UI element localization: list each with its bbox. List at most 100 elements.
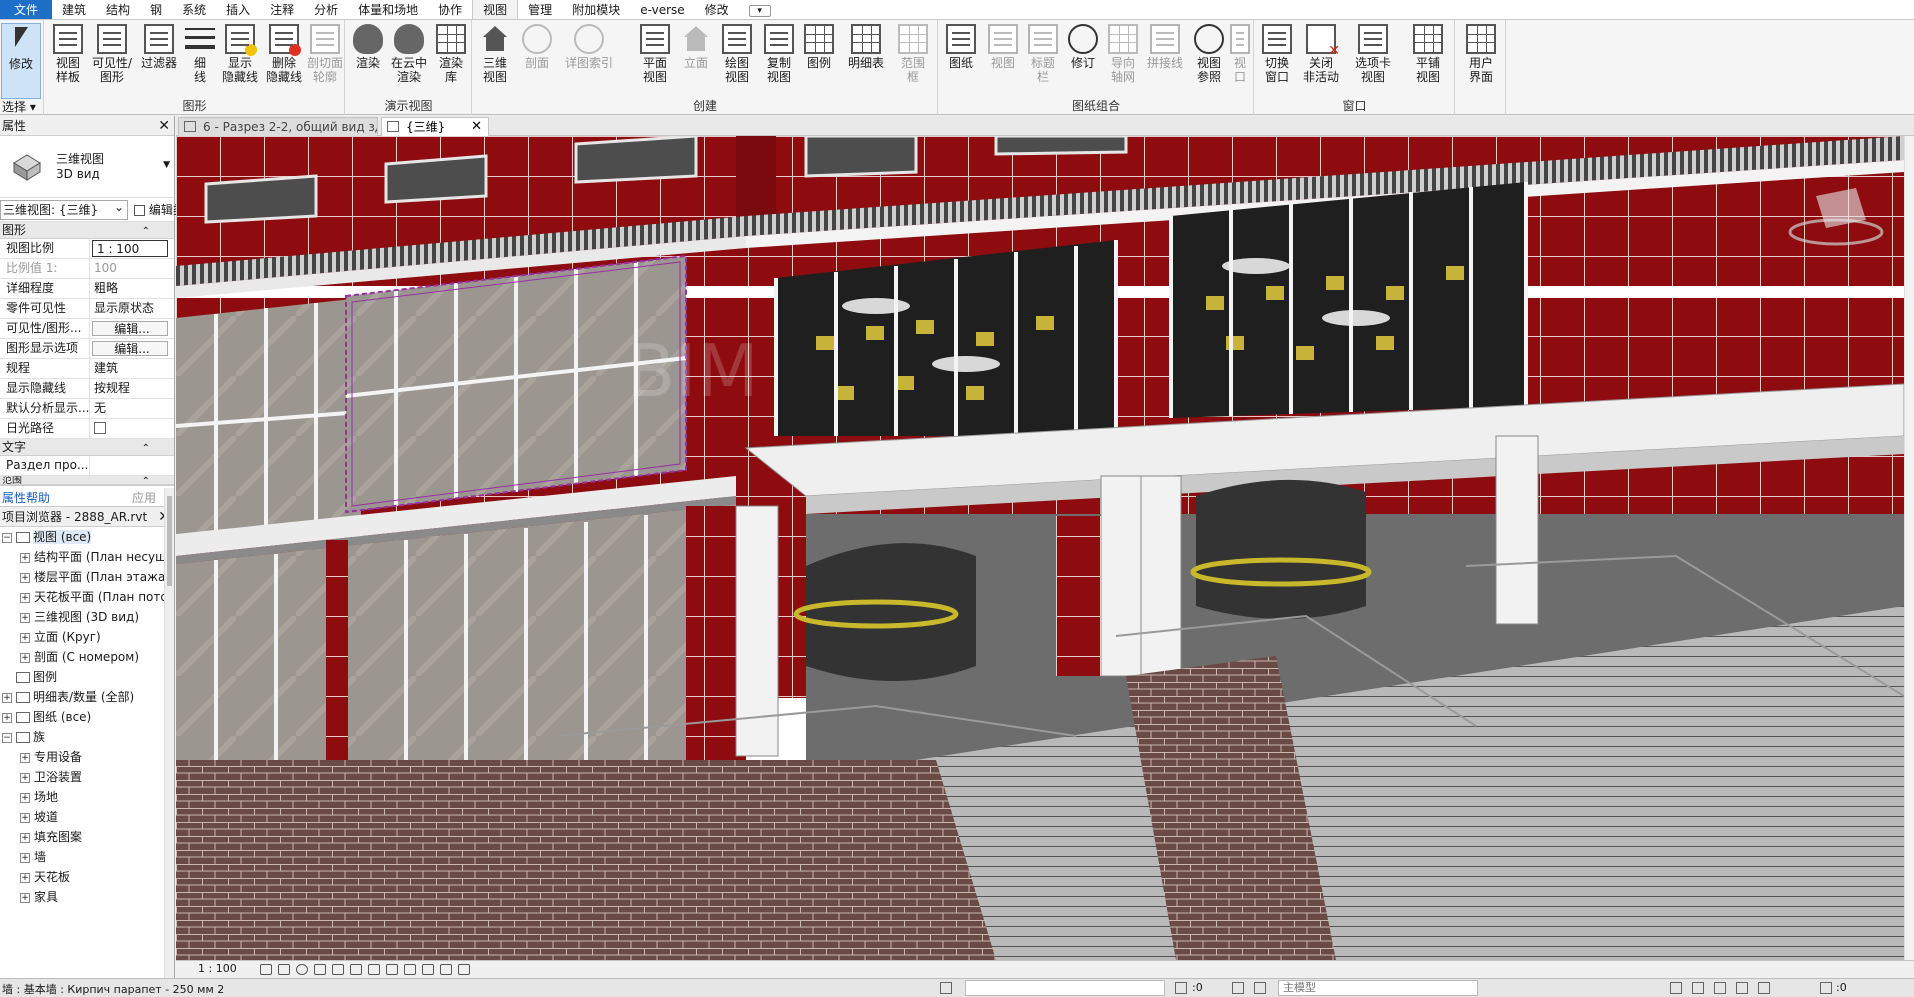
tree-toggle-icon[interactable]: + bbox=[20, 772, 30, 783]
revisions-button[interactable]: 修订 bbox=[1063, 23, 1103, 99]
select-links-icon[interactable] bbox=[1670, 982, 1682, 994]
property-row[interactable]: 比例值 1: 100 bbox=[0, 259, 174, 279]
close-inactive-button[interactable]: 关闭 非活动 bbox=[1299, 23, 1343, 99]
properties-help-link[interactable]: 属性帮助 bbox=[2, 489, 50, 506]
ribbon-tab[interactable]: 视图 bbox=[472, 0, 519, 19]
view-tab[interactable]: {三维} ✕ bbox=[381, 117, 489, 136]
tree-toggle-icon[interactable]: − bbox=[2, 732, 12, 743]
render-cloud-button[interactable]: 在云中 渲染 bbox=[388, 23, 430, 99]
canvas-vertical-scrollbar[interactable] bbox=[1904, 136, 1914, 960]
ribbon-tab[interactable]: 建筑 bbox=[52, 0, 96, 19]
edit-button[interactable]: 编辑... bbox=[92, 341, 168, 356]
elevation-button[interactable]: 立面 bbox=[678, 23, 714, 99]
ribbon-tab[interactable]: 体量和场地 bbox=[348, 0, 428, 19]
active-workset-dropdown[interactable] bbox=[965, 980, 1165, 996]
property-row[interactable]: 零件可见性 显示原状态 bbox=[0, 299, 174, 319]
property-row[interactable]: 默认分析显示... 无 bbox=[0, 399, 174, 419]
view-instance-dropdown[interactable]: 三维视图: {三维} bbox=[0, 198, 128, 220]
property-row[interactable]: 详细程度 粗略 bbox=[0, 279, 174, 299]
browser-tree-item[interactable]: − 族 bbox=[0, 727, 174, 747]
select-pinned-icon[interactable] bbox=[1714, 982, 1726, 994]
browser-tree-item[interactable]: + 图纸 (все) bbox=[0, 707, 174, 727]
property-row[interactable]: 可见性/图形... 编辑... bbox=[0, 319, 174, 339]
ribbon-tab[interactable]: 插入 bbox=[216, 0, 260, 19]
property-row[interactable]: 日光路径 bbox=[0, 419, 174, 439]
property-row[interactable]: 图形显示选项 编辑... bbox=[0, 339, 174, 359]
remove-hidden-lines-button[interactable]: 删除 隐藏线 bbox=[263, 23, 305, 99]
tree-toggle-icon[interactable]: + bbox=[20, 872, 30, 883]
ribbon-tab[interactable]: 文件 bbox=[0, 0, 53, 19]
tile-views-button[interactable]: 平铺 视图 bbox=[1405, 23, 1451, 99]
render-dialog-icon[interactable] bbox=[332, 964, 344, 975]
tree-toggle-icon[interactable]: + bbox=[20, 632, 30, 643]
ribbon-options-dropdown[interactable]: ▾ bbox=[739, 0, 781, 19]
scope-box-button[interactable]: 范围 框 bbox=[893, 23, 933, 99]
browser-tree-item[interactable]: + 明细表/数量 (全部) bbox=[0, 687, 174, 707]
property-value[interactable]: 显示原状态 bbox=[90, 299, 174, 318]
worksets-icon[interactable] bbox=[940, 982, 952, 994]
schedules-button[interactable]: 明细表 bbox=[843, 23, 889, 99]
section-text-header[interactable]: 文字 bbox=[0, 439, 174, 457]
browser-tree-item[interactable]: 图例 bbox=[0, 667, 174, 687]
guide-grid-button[interactable]: 导向 轴网 bbox=[1103, 23, 1143, 99]
place-view-button[interactable]: 视图 bbox=[983, 23, 1023, 99]
browser-tree-item[interactable]: + 剖面 (С номером) bbox=[0, 647, 174, 667]
show-crop-icon[interactable] bbox=[368, 964, 380, 975]
temporary-hide-icon[interactable] bbox=[404, 964, 416, 975]
filters-button[interactable]: 过滤器 bbox=[137, 23, 181, 99]
tree-toggle-icon[interactable]: + bbox=[20, 752, 30, 763]
tab-views-button[interactable]: 选项卡 视图 bbox=[1345, 23, 1401, 99]
browser-tree-item[interactable]: + 墙 bbox=[0, 847, 174, 867]
tree-toggle-icon[interactable]: + bbox=[20, 832, 30, 843]
show-hidden-lines-button[interactable]: 显示 隐藏线 bbox=[219, 23, 261, 99]
ribbon-tab[interactable]: 结构 bbox=[96, 0, 140, 19]
ribbon-tab[interactable]: 分析 bbox=[304, 0, 348, 19]
browser-tree-item[interactable]: + 专用设备 bbox=[0, 747, 174, 767]
cut-profile-button[interactable]: 剖切面 轮廓 bbox=[307, 23, 343, 99]
ribbon-tab[interactable]: 注释 bbox=[260, 0, 304, 19]
browser-tree-item[interactable]: + 天花板 bbox=[0, 867, 174, 887]
drafting-view-button[interactable]: 绘图 视图 bbox=[717, 23, 757, 99]
tree-toggle-icon[interactable]: + bbox=[20, 592, 30, 603]
sun-path-icon[interactable] bbox=[296, 964, 308, 975]
sheet-button[interactable]: 图纸 bbox=[941, 23, 981, 99]
apply-button[interactable]: 应用 bbox=[132, 489, 156, 506]
ribbon-tab[interactable]: 修改 bbox=[695, 0, 739, 19]
tree-toggle-icon[interactable]: + bbox=[20, 612, 30, 623]
view-tab[interactable]: 6 - Разрез 2-2, общий вид здан... bbox=[178, 117, 378, 136]
ribbon-tab[interactable]: e-verse bbox=[630, 0, 694, 19]
browser-tree-item[interactable]: + 填充图案 bbox=[0, 827, 174, 847]
legends-button[interactable]: 图例 bbox=[801, 23, 837, 99]
type-selector[interactable]: 三维视图 3D вид ▼ bbox=[0, 136, 174, 198]
highlight-displacement-icon[interactable] bbox=[458, 964, 470, 975]
ribbon-tab[interactable]: 协作 bbox=[428, 0, 472, 19]
visibility-graphics-button[interactable]: 可见性/ 图形 bbox=[90, 23, 134, 99]
reveal-hidden-icon[interactable] bbox=[422, 964, 434, 975]
viewports-button[interactable]: 视口 bbox=[1229, 23, 1251, 99]
drag-on-selection-icon[interactable] bbox=[1758, 982, 1770, 994]
tree-toggle-icon[interactable]: + bbox=[2, 692, 12, 703]
property-row[interactable]: Раздел про... bbox=[0, 456, 174, 476]
property-value[interactable] bbox=[90, 419, 174, 438]
design-options-icon-2[interactable] bbox=[1254, 982, 1266, 994]
property-value[interactable]: 100 bbox=[90, 259, 174, 278]
tree-toggle-icon[interactable]: + bbox=[2, 712, 12, 723]
user-interface-button[interactable]: 用户 界面 bbox=[1459, 23, 1503, 99]
section-graphics-header[interactable]: 图形 bbox=[0, 222, 174, 240]
duplicate-view-button[interactable]: 复制 视图 bbox=[759, 23, 799, 99]
design-options-icon[interactable] bbox=[1232, 982, 1244, 994]
analytical-model-icon[interactable] bbox=[440, 964, 452, 975]
close-tab-icon[interactable]: ✕ bbox=[471, 118, 482, 136]
view-template-button[interactable]: 视图 样板 bbox=[48, 23, 88, 99]
3d-view-canvas[interactable]: BIM bbox=[176, 136, 1904, 960]
edit-button[interactable]: 编辑... bbox=[92, 321, 168, 336]
select-underlay-icon[interactable] bbox=[1692, 982, 1704, 994]
browser-tree-item[interactable]: − 视图 (все) bbox=[0, 527, 174, 547]
section-button[interactable]: 剖面 bbox=[517, 23, 557, 99]
tree-toggle-icon[interactable]: + bbox=[20, 572, 30, 583]
shadows-icon[interactable] bbox=[314, 964, 326, 975]
property-value[interactable]: 无 bbox=[90, 399, 174, 418]
property-value[interactable]: 按规程 bbox=[90, 379, 174, 398]
render-button[interactable]: 渲染 bbox=[348, 23, 388, 99]
plan-views-button[interactable]: 平面 视图 bbox=[633, 23, 677, 99]
